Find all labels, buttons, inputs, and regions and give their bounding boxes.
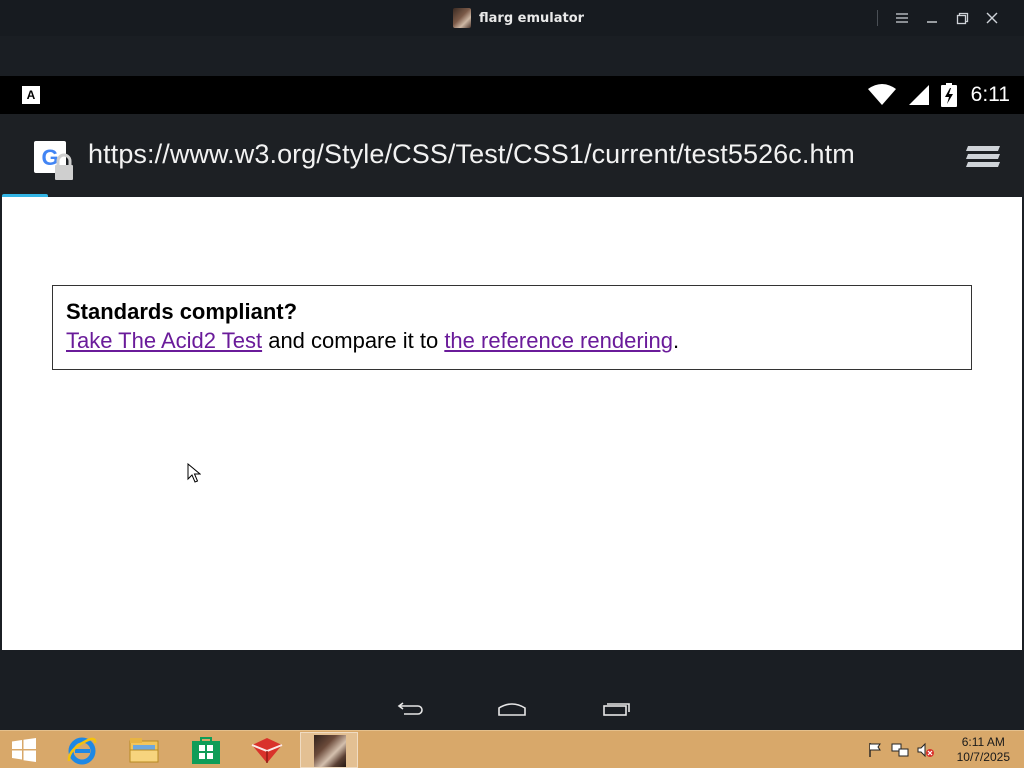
restore-icon xyxy=(956,12,968,24)
reference-rendering-link[interactable]: the reference rendering xyxy=(444,328,673,353)
window-controls-divider xyxy=(877,10,878,26)
app-icon xyxy=(453,8,471,28)
taskbar-file-explorer[interactable] xyxy=(122,731,166,768)
window-title-bar: flarg emulator xyxy=(0,0,1024,36)
notice-heading: Standards compliant? xyxy=(66,299,298,324)
window-controls xyxy=(877,9,1002,27)
browser-menu-icon[interactable] xyxy=(964,138,1004,176)
back-button-icon[interactable] xyxy=(394,700,424,720)
android-status-bar: A 6:11 xyxy=(0,76,1024,114)
start-button[interactable] xyxy=(4,731,44,768)
battery-charging-icon xyxy=(940,83,957,107)
system-tray: 6:11 AM 10/7/2025 xyxy=(867,731,1010,768)
notification-keyboard-icon: A xyxy=(22,86,40,104)
wifi-icon xyxy=(867,84,896,105)
cell-signal-icon xyxy=(908,85,929,105)
minimize-button[interactable] xyxy=(922,9,942,27)
close-button[interactable] xyxy=(982,9,1002,27)
notice-end-text: . xyxy=(673,328,680,353)
window-title: flarg emulator xyxy=(453,7,584,29)
acid2-notice-box: Standards compliant? Take The Acid2 Test… xyxy=(52,285,972,370)
flarg-emulator-icon xyxy=(314,735,346,767)
android-nav-bar xyxy=(0,650,1024,730)
windows-logo-icon xyxy=(12,738,36,762)
status-clock: 6:11 xyxy=(970,83,1010,106)
folder-icon xyxy=(129,738,159,763)
browser-url-bar[interactable]: G https://www.w3.org/Style/CSS/Test/CSS1… xyxy=(0,114,1024,196)
google-secure-icon: G xyxy=(34,141,73,180)
home-button-icon[interactable] xyxy=(497,700,527,720)
network-icon[interactable] xyxy=(891,742,909,758)
web-page-content: Standards compliant? Take The Acid2 Test… xyxy=(2,197,1022,650)
taskbar-app-red[interactable] xyxy=(244,731,290,768)
restore-button[interactable] xyxy=(952,9,972,27)
clock-date: 10/7/2025 xyxy=(956,750,1010,764)
mouse-cursor-icon xyxy=(187,463,201,483)
hamburger-icon xyxy=(896,13,908,23)
windows-taskbar: 6:11 AM 10/7/2025 xyxy=(0,730,1024,768)
taskbar-clock[interactable]: 6:11 AM 10/7/2025 xyxy=(957,735,1010,765)
emulator-frame xyxy=(0,36,1024,76)
red-fox-app-icon xyxy=(251,738,283,763)
action-center-flag-icon[interactable] xyxy=(867,742,883,758)
taskbar-store[interactable] xyxy=(184,731,228,768)
taskbar-flarg-emulator[interactable] xyxy=(300,732,358,768)
close-icon xyxy=(986,12,998,24)
url-text[interactable]: https://www.w3.org/Style/CSS/Test/CSS1/c… xyxy=(88,139,855,170)
recent-apps-button-icon[interactable] xyxy=(601,700,631,720)
store-bag-icon xyxy=(192,737,220,764)
taskbar-internet-explorer[interactable] xyxy=(60,731,104,768)
acid2-test-link[interactable]: Take The Acid2 Test xyxy=(66,328,262,353)
notice-middle-text: and compare it to xyxy=(262,328,445,353)
internet-explorer-icon xyxy=(67,737,97,765)
notice-text: Take The Acid2 Test and compare it to th… xyxy=(66,326,958,356)
status-icons: 6:11 xyxy=(867,82,1010,108)
window-menu-button[interactable] xyxy=(892,9,912,27)
clock-time: 6:11 AM xyxy=(961,735,1005,749)
volume-muted-icon[interactable] xyxy=(917,742,935,758)
minimize-icon xyxy=(927,21,937,23)
window-title-text: flarg emulator xyxy=(479,10,585,26)
